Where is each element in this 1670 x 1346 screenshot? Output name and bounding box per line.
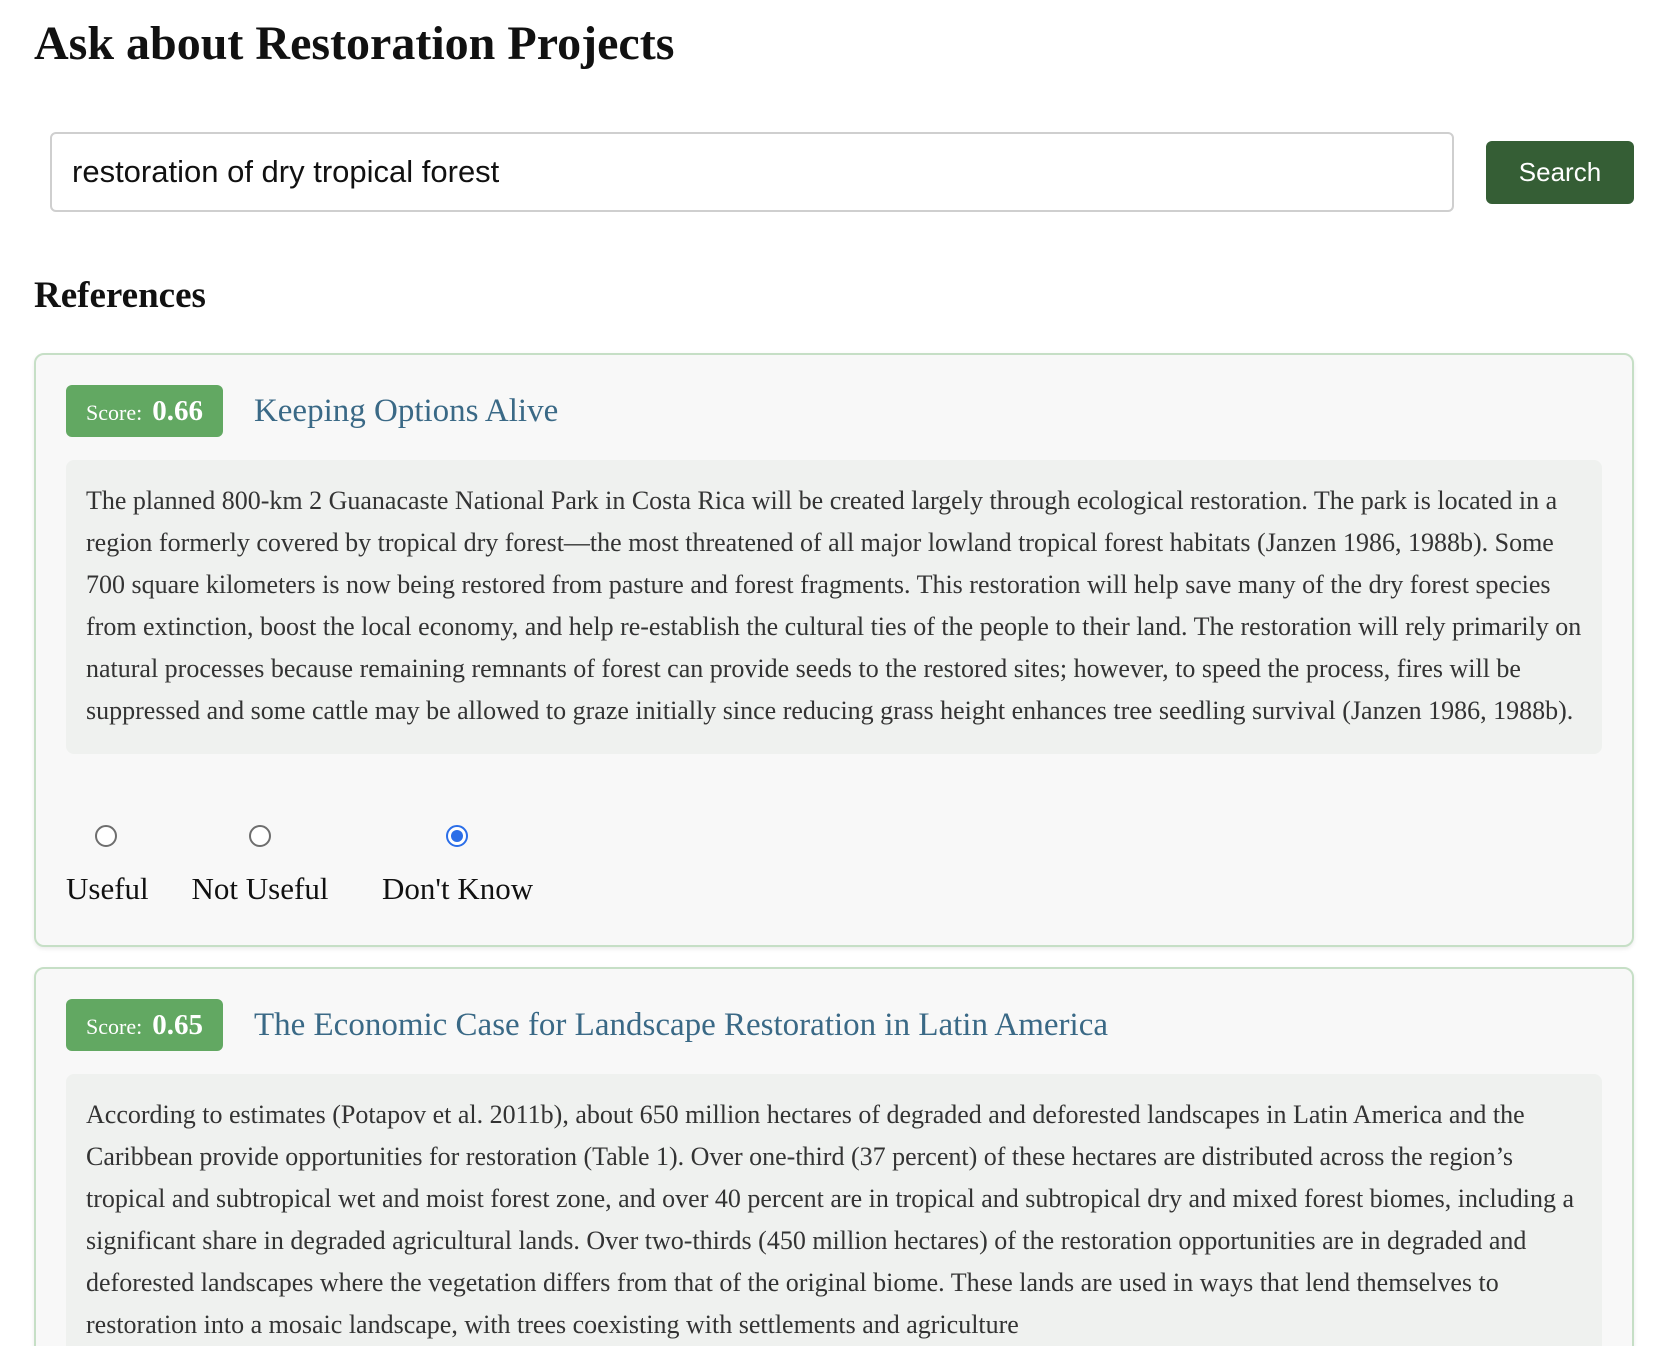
not-useful-radio[interactable] [249, 825, 271, 847]
useful-label: Useful [66, 871, 149, 906]
reference-card: Score: 0.66 Keeping Options Alive The pl… [34, 353, 1634, 947]
score-label: Score: [86, 400, 143, 425]
reference-card-header: Score: 0.66 Keeping Options Alive [66, 385, 558, 437]
reference-title-link[interactable]: Keeping Options Alive [254, 393, 558, 430]
score-label: Score: [86, 1014, 143, 1039]
search-button[interactable]: Search [1486, 141, 1634, 204]
score-value: 0.66 [152, 395, 203, 427]
reference-card-header: Score: 0.65 The Economic Case for Landsc… [66, 999, 1108, 1051]
useful-radio[interactable] [95, 825, 117, 847]
rating-option-dont-know[interactable]: Don't Know [382, 825, 534, 909]
score-value: 0.65 [152, 1009, 203, 1041]
reference-card: Score: 0.65 The Economic Case for Landsc… [34, 967, 1634, 1346]
not-useful-label: Not Useful [191, 871, 329, 906]
score-badge: Score: 0.66 [66, 385, 223, 437]
dont-know-radio-selected[interactable] [446, 825, 468, 847]
reference-excerpt: The planned 800-km 2 Guanacaste National… [66, 460, 1602, 754]
search-input[interactable] [50, 132, 1454, 212]
reference-title-link[interactable]: The Economic Case for Landscape Restorat… [254, 1007, 1108, 1044]
reference-excerpt: According to estimates (Potapov et al. 2… [66, 1074, 1602, 1346]
page-title: Ask about Restoration Projects [34, 17, 675, 70]
rating-option-useful[interactable]: Useful [66, 825, 149, 909]
score-badge: Score: 0.65 [66, 999, 223, 1051]
references-heading: References [34, 275, 206, 316]
rating-option-not-useful[interactable]: Not Useful [190, 825, 330, 909]
dont-know-label: Don't Know [382, 871, 534, 906]
